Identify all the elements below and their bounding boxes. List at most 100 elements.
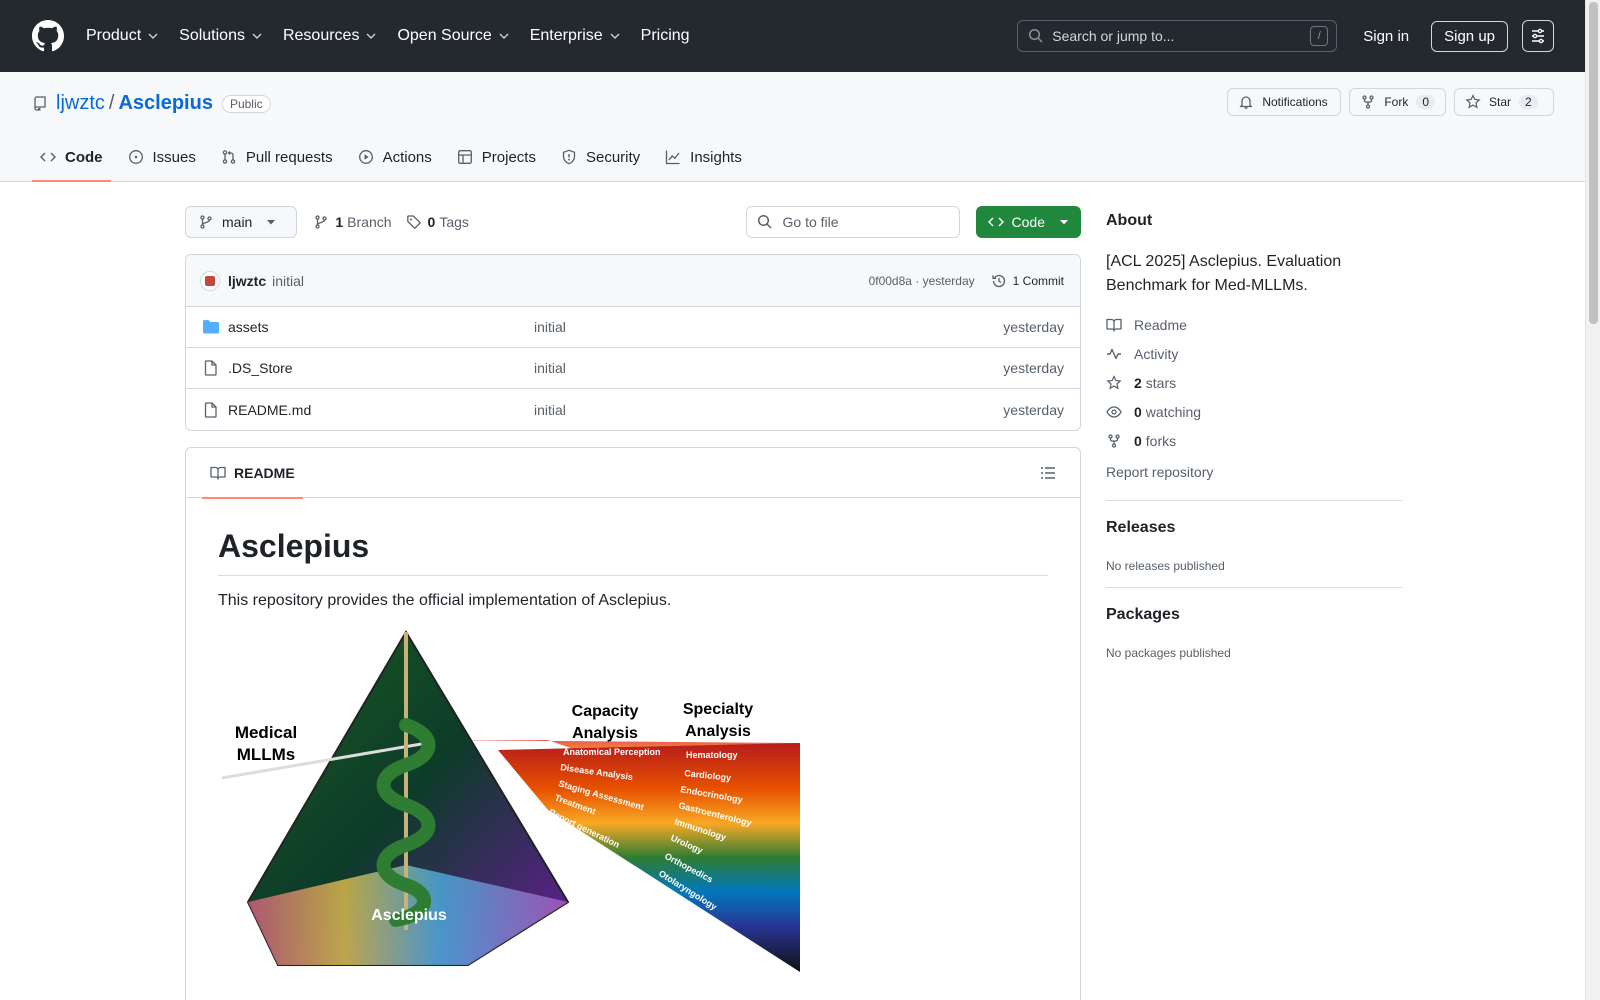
- table-row[interactable]: README.md initial yesterday: [186, 389, 1080, 430]
- nav-solutions[interactable]: Solutions: [169, 16, 273, 56]
- label-asclepius: Asclepius: [371, 907, 447, 924]
- issue-icon: [128, 150, 143, 164]
- tab-code[interactable]: Code: [32, 133, 111, 182]
- global-nav: Product Solutions Resources Open Source …: [86, 16, 700, 56]
- releases-heading[interactable]: Releases: [1106, 519, 1402, 537]
- code-download-button[interactable]: Code: [975, 206, 1081, 238]
- file-commit-message[interactable]: initial: [534, 402, 566, 418]
- file-link[interactable]: .DS_Store: [228, 360, 293, 376]
- sign-in-link[interactable]: Sign in: [1351, 28, 1421, 45]
- asclepius-prism-image[interactable]: Medical MLLMs Asclepius Capacity Analysi…: [218, 630, 810, 980]
- watching-link[interactable]: 0 watching: [1106, 397, 1402, 426]
- readme-header: README: [186, 448, 1080, 499]
- branches-link[interactable]: 1 Branch: [313, 214, 392, 230]
- packages-heading[interactable]: Packages: [1106, 606, 1402, 624]
- tab-projects-label: Projects: [481, 148, 536, 166]
- repo-tabs: Code Issues Pull requests Actions Projec…: [32, 133, 759, 182]
- latest-commit-bar: ljwztc initial 0f00d8a · yesterday 1 Com…: [186, 255, 1080, 307]
- file-link[interactable]: README.md: [228, 402, 311, 418]
- forks-count: 0: [1134, 432, 1142, 449]
- about-links: Readme Activity 2 stars 0 watching 0 for…: [1106, 310, 1402, 486]
- branch-select-button[interactable]: main: [185, 206, 298, 238]
- readme-body: Asclepius This repository provides the o…: [186, 498, 1080, 1000]
- branch-count: 1: [335, 214, 344, 230]
- sidebar-divider: [1106, 587, 1402, 588]
- file-commit-message[interactable]: initial: [534, 319, 566, 335]
- header-actions: Search or jump to... / Sign in Sign up: [1017, 20, 1554, 52]
- readme-link[interactable]: Readme: [1106, 310, 1402, 339]
- file-commit-message[interactable]: initial: [534, 360, 566, 376]
- file-date: yesterday: [1003, 360, 1064, 376]
- nav-enterprise[interactable]: Enterprise: [520, 16, 631, 56]
- folder-icon: [203, 320, 219, 334]
- scrollbar-thumb[interactable]: [1589, 2, 1598, 324]
- code-button-label: Code: [1011, 214, 1045, 230]
- forks-link[interactable]: 0 forks: [1106, 426, 1402, 455]
- global-search-input[interactable]: Search or jump to... /: [1017, 20, 1338, 52]
- commit-author-link[interactable]: ljwztc: [228, 273, 266, 289]
- nav-pricing-label: Pricing: [640, 27, 690, 44]
- nav-resources[interactable]: Resources: [273, 16, 387, 56]
- tab-insights[interactable]: Insights: [657, 133, 750, 181]
- fork-button[interactable]: Fork 0: [1349, 88, 1446, 116]
- stars-link[interactable]: 2 stars: [1106, 368, 1402, 397]
- repo-name-link[interactable]: Asclepius: [118, 92, 212, 115]
- nav-solutions-label: Solutions: [179, 27, 245, 44]
- caret-down-icon: [267, 220, 276, 225]
- tab-pull-requests[interactable]: Pull requests: [213, 133, 341, 181]
- watching-label: watching: [1145, 403, 1202, 420]
- sign-up-button[interactable]: Sign up: [1431, 20, 1508, 52]
- report-repository-link[interactable]: Report repository: [1106, 457, 1402, 486]
- list-icon: [1041, 466, 1055, 479]
- search-icon: [1029, 28, 1043, 43]
- file-name-cell: .DS_Store: [202, 360, 534, 376]
- tab-security-label: Security: [585, 148, 641, 166]
- tags-link[interactable]: 0 Tags: [406, 214, 469, 230]
- file-icon: [204, 360, 217, 376]
- activity-link[interactable]: Activity: [1106, 339, 1402, 368]
- nav-pricing[interactable]: Pricing: [631, 16, 700, 56]
- tab-projects[interactable]: Projects: [449, 133, 544, 181]
- file-link[interactable]: assets: [228, 319, 268, 335]
- page-scrollbar[interactable]: [1585, 0, 1600, 1000]
- header-menu-button[interactable]: [1522, 20, 1554, 52]
- commit-history-link[interactable]: 1 Commit: [991, 273, 1064, 289]
- avatar[interactable]: [200, 270, 220, 291]
- file-date: yesterday: [1003, 401, 1064, 418]
- readme-title: Asclepius: [218, 528, 1048, 576]
- branch-icon: [200, 215, 212, 229]
- repo-title: ljwztc / Asclepius Public: [32, 92, 271, 115]
- tag-icon: [406, 215, 421, 229]
- table-row[interactable]: .DS_Store initial yesterday: [186, 348, 1080, 389]
- tab-issues[interactable]: Issues: [120, 133, 204, 181]
- go-to-file-input[interactable]: Go to file: [745, 206, 960, 238]
- tab-actions-label: Actions: [382, 148, 432, 166]
- chevron-down-icon: [252, 33, 262, 39]
- outline-button[interactable]: [1032, 457, 1064, 489]
- tab-security[interactable]: Security: [553, 133, 648, 181]
- graph-icon: [666, 150, 680, 165]
- star-icon: [1465, 94, 1481, 109]
- nav-open-source[interactable]: Open Source: [387, 16, 519, 56]
- main-content: main 1 Branch 0 Tags Go to file Code ljw…: [185, 206, 1081, 1000]
- commit-message-link[interactable]: initial: [272, 273, 304, 289]
- chevron-down-icon: [366, 33, 376, 39]
- search-icon: [757, 214, 772, 229]
- repo-owner-link[interactable]: ljwztc: [56, 92, 105, 115]
- pull-request-icon: [222, 150, 236, 164]
- table-row[interactable]: assets initial yesterday: [186, 307, 1080, 348]
- tab-insights-label: Insights: [690, 148, 742, 166]
- bell-icon: [1239, 96, 1253, 109]
- specialty-beam: [498, 743, 800, 972]
- star-count: 2: [1519, 95, 1538, 109]
- nav-product[interactable]: Product: [86, 16, 169, 56]
- repo-separator: /: [108, 92, 115, 114]
- notifications-button[interactable]: Notifications: [1227, 88, 1342, 116]
- readme-tab[interactable]: README: [202, 448, 303, 499]
- commit-hash-time[interactable]: 0f00d8a · yesterday: [869, 274, 975, 288]
- github-logo-icon[interactable]: [32, 20, 64, 52]
- star-button[interactable]: Star 2: [1454, 88, 1554, 116]
- tab-actions[interactable]: Actions: [350, 133, 440, 181]
- stars-label: stars: [1145, 374, 1177, 391]
- chevron-down-icon: [610, 33, 620, 39]
